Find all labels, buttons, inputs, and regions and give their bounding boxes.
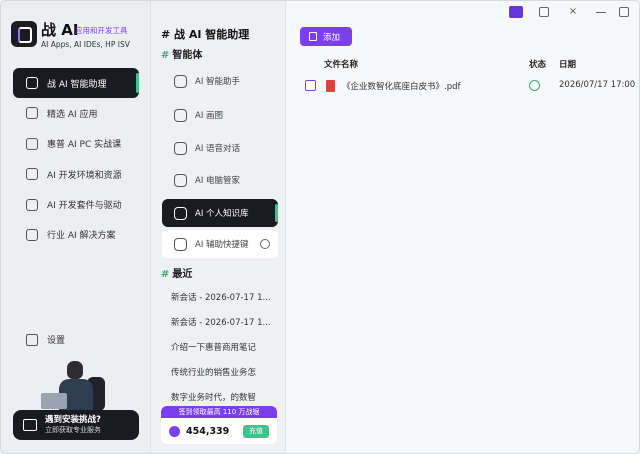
terminal-icon bbox=[26, 107, 38, 120]
image-icon bbox=[174, 108, 187, 122]
points-value: 454,339 bbox=[186, 425, 230, 437]
recent-section-title: # 最近 bbox=[161, 269, 193, 280]
minimize-icon[interactable] bbox=[596, 7, 606, 13]
recent-item[interactable]: 数字业务时代，的数智 bbox=[171, 391, 276, 403]
recent-item[interactable]: 新会话 - 2026-07-17 1... bbox=[171, 316, 276, 328]
agent-label: AI 辅助快捷键 bbox=[195, 240, 249, 250]
sidebar-item-label: AI 开发套件与驱动 bbox=[47, 201, 122, 212]
sidebar-item-dev-kit[interactable]: AI 开发套件与驱动 bbox=[13, 190, 139, 220]
knowledge-base-content: × 添加 文件名称 状态 日期 《企业数智化底座白皮书》.pdf 2026/07… bbox=[286, 1, 639, 453]
funnel-icon bbox=[26, 168, 38, 181]
app-logo: 战 AI 应用和开发工具 AI Apps, AI IDEs, HP ISV bbox=[11, 17, 146, 55]
sliders-icon bbox=[26, 333, 38, 346]
robot-icon bbox=[26, 77, 38, 89]
app-logo-icon bbox=[11, 21, 37, 47]
column-header-status: 状态 bbox=[529, 60, 547, 70]
code-icon bbox=[26, 198, 38, 211]
sidebar-item-apps[interactable]: 精选 AI 应用 bbox=[13, 98, 139, 128]
app-window: 战 AI 应用和开发工具 AI Apps, AI IDEs, HP ISV 战 … bbox=[0, 0, 640, 454]
sidebar-item-assistant[interactable]: 战 AI 智能助理 bbox=[13, 68, 139, 98]
expand-icon[interactable] bbox=[619, 7, 629, 17]
support-button[interactable]: 遇到安装挑战? 立即获取专业服务 bbox=[13, 410, 139, 440]
graduation-cap-icon bbox=[26, 137, 38, 150]
recharge-button[interactable]: 充值 bbox=[243, 425, 269, 438]
sidebar-item-label: AI 开发环境和资源 bbox=[47, 170, 122, 181]
points-card: 454,339 充值 bbox=[161, 418, 277, 444]
close-panel-icon[interactable]: × bbox=[566, 6, 580, 18]
add-file-button[interactable]: 添加 bbox=[300, 27, 352, 46]
sidebar-item-dev-env[interactable]: AI 开发环境和资源 bbox=[13, 159, 139, 189]
column-header-name: 文件名称 bbox=[324, 60, 359, 70]
sidebar-item-course[interactable]: 惠普 AI PC 实战课 bbox=[13, 129, 139, 159]
agent-item-shortcut[interactable]: AI 辅助快捷键 bbox=[162, 230, 278, 258]
column-header-date: 日期 bbox=[559, 60, 577, 70]
add-file-icon bbox=[309, 32, 317, 41]
sidebar-nav: 战 AI 智能助理 精选 AI 应用 惠普 AI PC 实战课 AI 开发环境和… bbox=[13, 68, 139, 250]
support-illustration bbox=[37, 357, 117, 413]
panel-title: # 战 AI 智能助理 bbox=[161, 28, 250, 41]
agent-item-pc-manager[interactable]: AI 电脑管家 bbox=[162, 166, 278, 194]
download-icon[interactable] bbox=[539, 7, 549, 17]
row-checkbox[interactable] bbox=[305, 80, 316, 91]
app-title: 战 AI bbox=[41, 21, 79, 39]
agent-item-drawing[interactable]: AI 画图 bbox=[162, 101, 278, 129]
main-sidebar: 战 AI 应用和开发工具 AI Apps, AI IDEs, HP ISV 战 … bbox=[1, 1, 151, 453]
agent-item-voice[interactable]: AI 语音对话 bbox=[162, 134, 278, 162]
agent-label: AI 个人知识库 bbox=[195, 209, 249, 219]
agent-label: AI 语音对话 bbox=[195, 144, 241, 154]
sidebar-item-label: 惠普 AI PC 实战课 bbox=[47, 140, 122, 151]
agent-label: AI 智能助手 bbox=[195, 77, 241, 87]
app-subtitle: AI Apps, AI IDEs, HP ISV bbox=[41, 40, 130, 49]
isv-icon bbox=[26, 228, 38, 241]
settings-item[interactable]: 设置 bbox=[26, 333, 65, 346]
chat-sparkle-icon bbox=[174, 74, 187, 88]
agent-item-chat[interactable]: AI 智能助手 bbox=[162, 67, 278, 95]
table-row[interactable]: 《企业数智化底座白皮书》.pdf 2026/07/17 17:00 bbox=[300, 78, 636, 98]
recent-item[interactable]: 传统行业的销售业务怎 bbox=[171, 366, 276, 378]
add-file-label: 添加 bbox=[323, 32, 341, 43]
pin-icon[interactable] bbox=[509, 6, 523, 18]
support-title: 遇到安装挑战? bbox=[45, 415, 101, 425]
app-tag: 应用和开发工具 bbox=[75, 26, 128, 35]
recent-item[interactable]: 新会话 - 2026-07-17 1... bbox=[171, 291, 276, 303]
voice-wave-icon bbox=[174, 141, 187, 155]
support-subtitle: 立即获取专业服务 bbox=[45, 426, 101, 434]
knowledge-book-icon bbox=[174, 206, 187, 220]
gear-icon[interactable] bbox=[260, 239, 270, 249]
sidebar-item-label: 行业 AI 解决方案 bbox=[47, 231, 116, 242]
agent-item-knowledge-base[interactable]: AI 个人知识库 bbox=[162, 199, 278, 227]
agent-label: AI 电脑管家 bbox=[195, 176, 241, 186]
hand-pointer-icon bbox=[174, 237, 187, 251]
checkin-promo-banner[interactable]: 签到领取最高 110 万战锯 bbox=[161, 406, 277, 418]
sidebar-item-industry[interactable]: 行业 AI 解决方案 bbox=[13, 220, 139, 250]
assistant-panel: # 战 AI 智能助理 # 智能体 AI 智能助手 AI 画图 AI 语音对话 A… bbox=[151, 1, 286, 453]
pdf-file-icon bbox=[326, 80, 335, 92]
file-name: 《企业数智化底座白皮书》.pdf bbox=[342, 82, 461, 92]
settings-label: 设置 bbox=[47, 336, 66, 346]
chat-icon bbox=[23, 419, 37, 431]
person-settings-icon bbox=[174, 173, 187, 187]
sidebar-item-label: 精选 AI 应用 bbox=[47, 109, 98, 120]
points-icon bbox=[169, 425, 180, 437]
recent-item[interactable]: 介绍一下惠普商用笔记 bbox=[171, 341, 276, 353]
agent-label: AI 画图 bbox=[195, 111, 224, 121]
status-ok-icon bbox=[529, 80, 540, 91]
sidebar-item-label: 战 AI 智能助理 bbox=[47, 79, 107, 90]
file-date: 2026/07/17 17:00 bbox=[559, 80, 636, 90]
file-table-header: 文件名称 状态 日期 bbox=[300, 56, 636, 72]
agents-section-title: # 智能体 bbox=[161, 50, 203, 61]
